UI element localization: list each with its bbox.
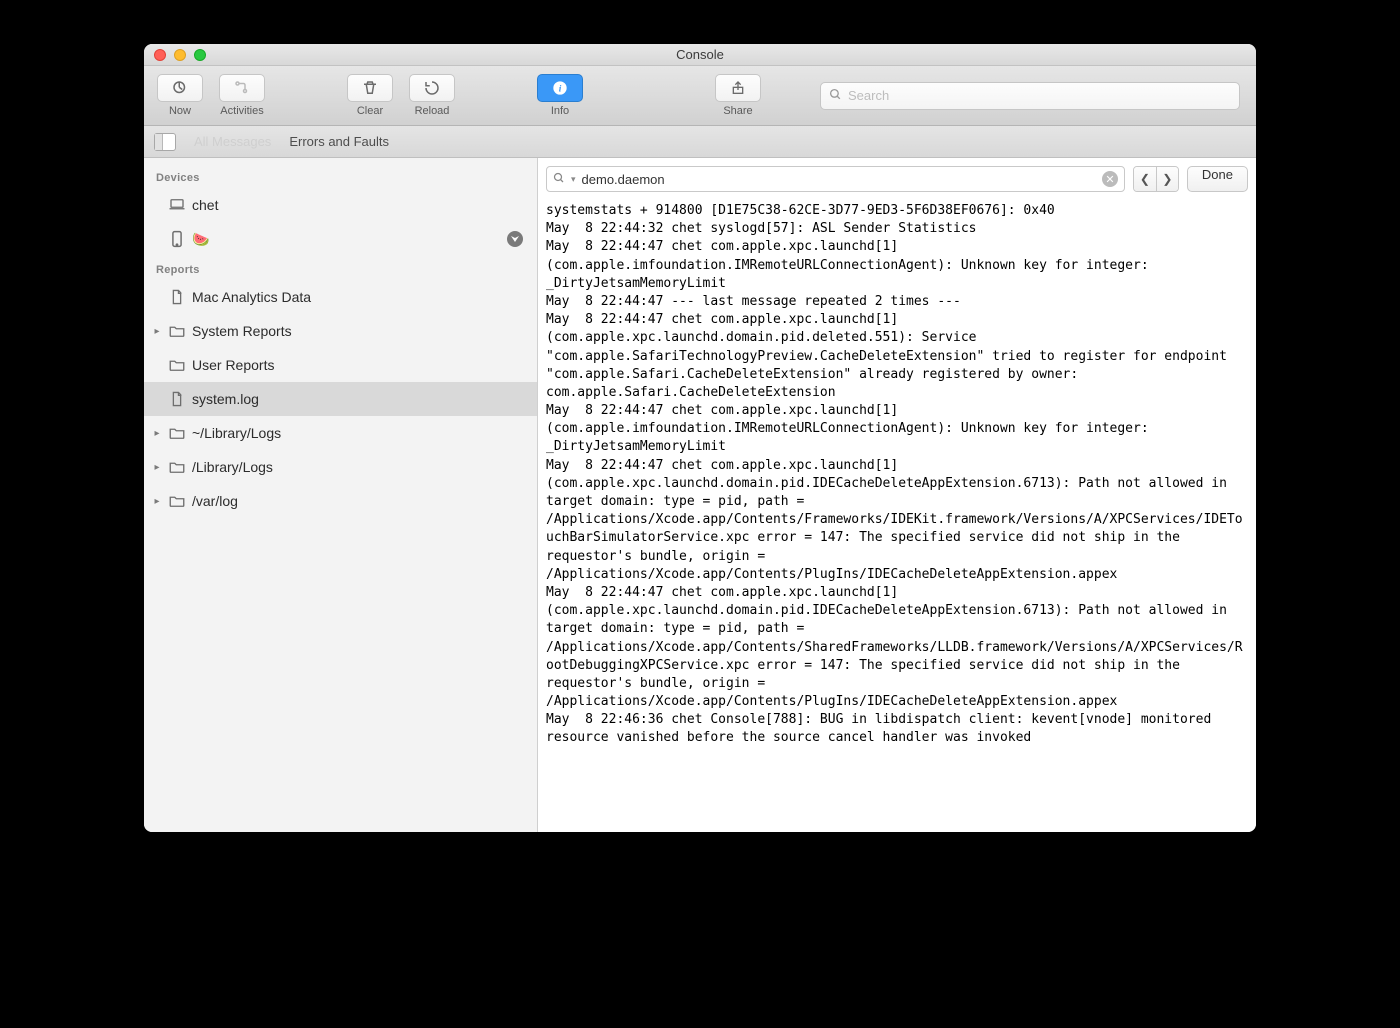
done-button[interactable]: Done [1187, 166, 1248, 192]
svg-text:i: i [559, 84, 562, 94]
minimize-button[interactable] [174, 49, 186, 61]
filter-all-messages[interactable]: All Messages [194, 134, 271, 149]
chevron-down-icon: ▾ [571, 174, 576, 185]
clear-button[interactable]: Clear [342, 74, 398, 117]
folder-icon [168, 324, 186, 338]
trash-icon [361, 79, 379, 97]
nav-segment: ❮ ❯ [1133, 166, 1179, 192]
log-output[interactable]: systemstats + 914800 [D1E75C38-62CE-3D77… [538, 200, 1256, 832]
report-item[interactable]: ▸ ~/Library/Logs [144, 416, 537, 450]
filter-errors-faults[interactable]: Errors and Faults [289, 134, 389, 149]
clear-filter-button[interactable]: ✕ [1102, 171, 1118, 187]
report-label: /var/log [192, 493, 238, 509]
disclosure-triangle[interactable]: ▸ [152, 428, 162, 439]
report-label: Mac Analytics Data [192, 289, 311, 305]
disclosure-triangle[interactable]: ▸ [152, 462, 162, 473]
console-window: Console Now Activities Clear Reload i In… [144, 44, 1256, 832]
report-item[interactable]: ▸ /Library/Logs [144, 450, 537, 484]
report-item[interactable]: ▸ /var/log [144, 484, 537, 518]
close-button[interactable] [154, 49, 166, 61]
activities-icon [233, 79, 251, 97]
folder-icon [168, 460, 186, 474]
now-button[interactable]: Now [152, 74, 208, 117]
disclosure-triangle[interactable]: ▸ [152, 326, 162, 337]
report-label: System Reports [192, 323, 292, 339]
filter-value: demo.daemon [582, 172, 665, 187]
sidebar-toggle[interactable] [154, 133, 176, 151]
device-label: 🍉 [192, 231, 209, 248]
report-label: ~/Library/Logs [192, 425, 281, 441]
report-item[interactable]: ▸system.log [144, 382, 537, 416]
device-item[interactable]: ▸chet [144, 188, 537, 222]
nav-next[interactable]: ❯ [1156, 167, 1178, 191]
sidebar: Devices ▸chet▸🍉 Reports ▸Mac Analytics D… [144, 158, 538, 832]
laptop-icon [168, 198, 186, 212]
share-icon [730, 80, 746, 96]
device-label: chet [192, 197, 218, 213]
toolbar: Now Activities Clear Reload i Info Share [144, 66, 1256, 126]
info-icon: i [552, 80, 568, 96]
report-label: User Reports [192, 357, 274, 373]
report-item[interactable]: ▸ System Reports [144, 314, 537, 348]
content-pane: ▾ demo.daemon ✕ ❮ ❯ Done systemstats + 9… [538, 158, 1256, 832]
toolbar-search[interactable]: Search [820, 82, 1240, 110]
cursor-icon [171, 79, 189, 97]
report-label: system.log [192, 391, 259, 407]
file-icon [168, 290, 186, 304]
report-label: /Library/Logs [192, 459, 273, 475]
activities-button[interactable]: Activities [214, 74, 270, 117]
reports-header: Reports [144, 256, 537, 280]
nav-prev[interactable]: ❮ [1134, 167, 1156, 191]
file-icon [168, 392, 186, 406]
filter-bar: All Messages Errors and Faults [144, 126, 1256, 158]
status-icon [507, 231, 523, 247]
disclosure-triangle[interactable]: ▸ [152, 496, 162, 507]
folder-icon [168, 358, 186, 372]
folder-icon [168, 494, 186, 508]
info-button[interactable]: i Info [532, 74, 588, 117]
report-item[interactable]: ▸User Reports [144, 348, 537, 382]
search-placeholder: Search [848, 88, 889, 103]
phone-icon [168, 232, 186, 246]
titlebar[interactable]: Console [144, 44, 1256, 66]
reload-button[interactable]: Reload [404, 74, 460, 117]
folder-icon [168, 426, 186, 440]
devices-header: Devices [144, 164, 537, 188]
reload-icon [423, 79, 441, 97]
zoom-button[interactable] [194, 49, 206, 61]
device-item[interactable]: ▸🍉 [144, 222, 537, 256]
share-button[interactable]: Share [710, 74, 766, 117]
log-filter-field[interactable]: ▾ demo.daemon ✕ [546, 166, 1125, 192]
search-icon [829, 88, 842, 104]
report-item[interactable]: ▸Mac Analytics Data [144, 280, 537, 314]
window-title: Console [144, 47, 1256, 62]
search-icon [553, 172, 565, 187]
